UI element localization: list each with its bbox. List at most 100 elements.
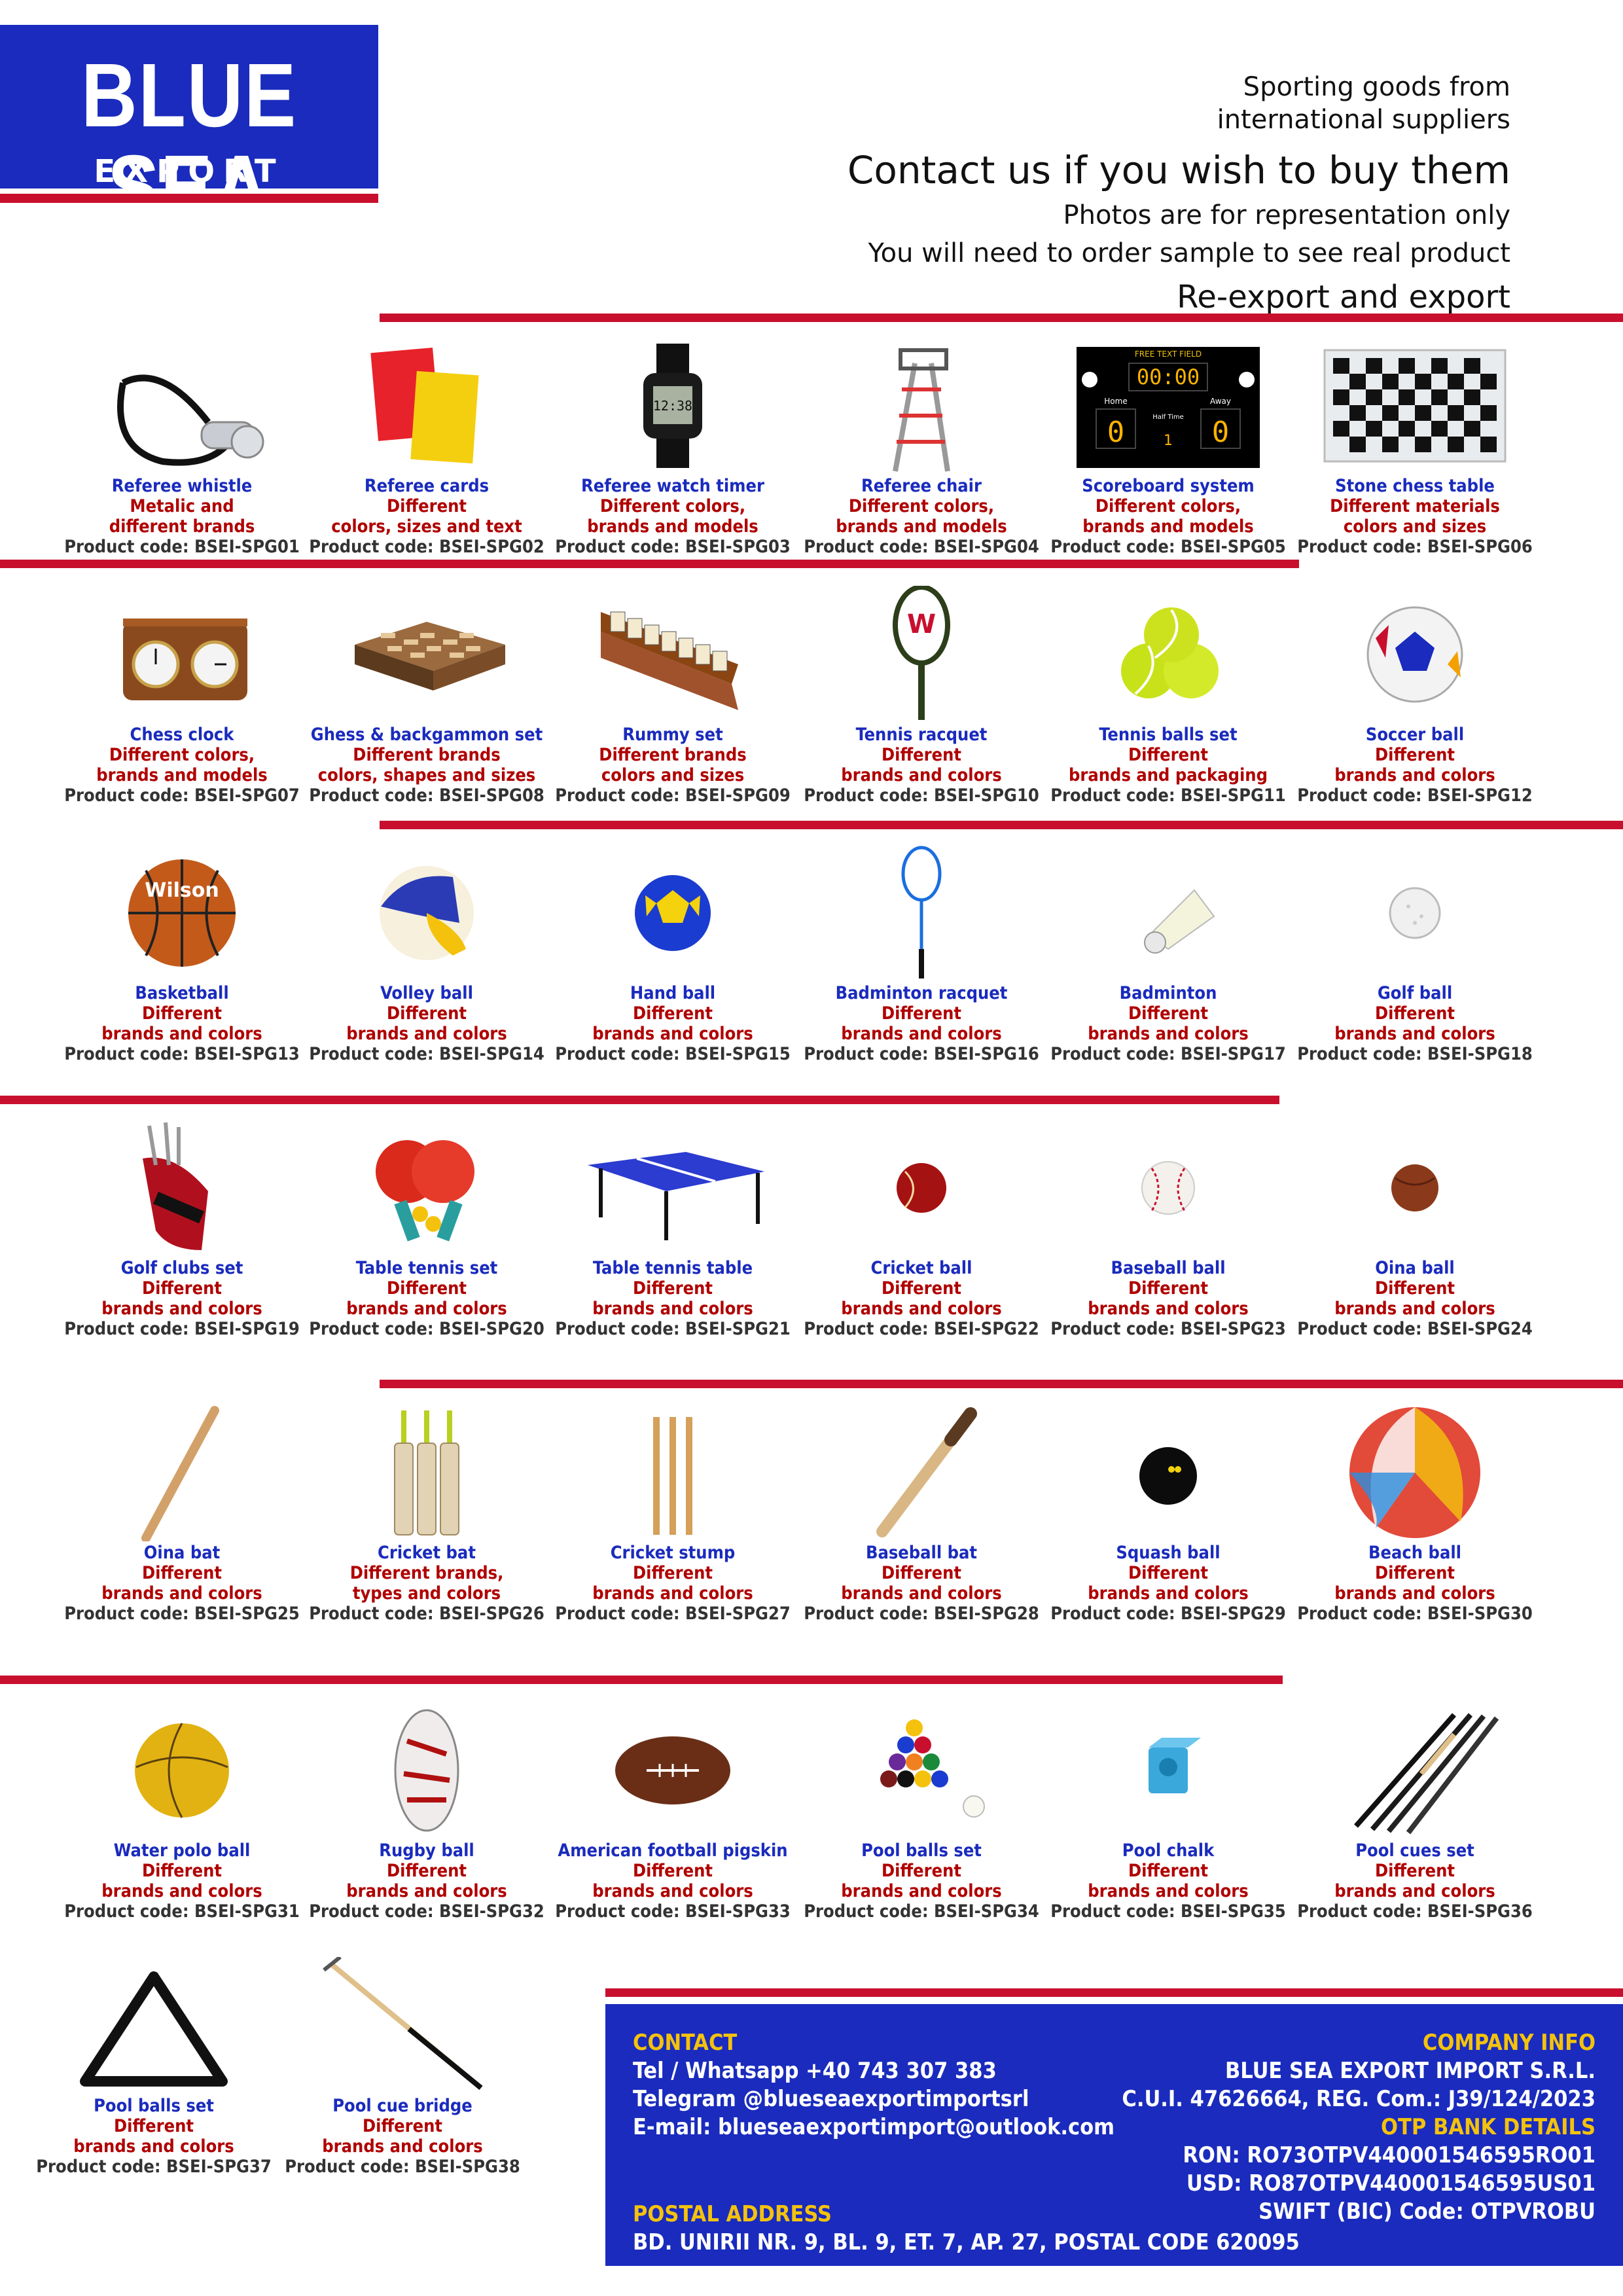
product-description-line: brands and colors bbox=[1334, 765, 1495, 785]
tagline-line-1: Sporting goods from bbox=[1243, 72, 1510, 102]
divider-line bbox=[0, 560, 1299, 568]
tennis-racquet-icon: W bbox=[823, 586, 1020, 723]
cue-bridge-icon bbox=[304, 1957, 501, 2094]
product-details: Pool balls set Different brands and colo… bbox=[777, 1840, 1065, 1922]
product-name: Badminton racquet bbox=[835, 983, 1008, 1003]
tennis-balls-icon bbox=[1070, 586, 1266, 723]
product-description-line: Different bbox=[1128, 745, 1209, 765]
product-name: Table tennis table bbox=[592, 1258, 753, 1278]
product-description-line: Different bbox=[386, 1278, 467, 1299]
oina-bat-icon bbox=[84, 1404, 280, 1541]
contact-heading: CONTACT bbox=[633, 2030, 738, 2056]
product-code: Product code: BSEI-SPG21 bbox=[555, 1319, 791, 1339]
product-description-line: Different bbox=[1374, 745, 1455, 765]
product-code: Product code: BSEI-SPG34 bbox=[804, 1901, 1039, 1922]
product-details: Beach ball Different brands and colors P… bbox=[1271, 1543, 1559, 1624]
product-details: Golf ball Different brands and colors Pr… bbox=[1271, 983, 1559, 1064]
product-name: Pool cues set bbox=[1355, 1840, 1474, 1861]
product-description-line: Different bbox=[1374, 1861, 1455, 1881]
product-details: Cricket ball Different brands and colors… bbox=[777, 1258, 1065, 1339]
product-description-line: brands and colors bbox=[592, 1583, 753, 1604]
product-description-line: Different bbox=[1128, 1563, 1209, 1583]
product-code: Product code: BSEI-SPG29 bbox=[1050, 1604, 1286, 1624]
shuttlecock-icon bbox=[1070, 844, 1266, 982]
divider-line bbox=[380, 1380, 1623, 1388]
product-code: Product code: BSEI-SPG27 bbox=[555, 1604, 791, 1624]
product-name: Badminton bbox=[1119, 983, 1217, 1003]
product-description-line: Different brands bbox=[353, 745, 501, 765]
svg-text:00:00: 00:00 bbox=[1137, 365, 1200, 389]
product-description-line: Different bbox=[386, 496, 467, 516]
product-description-line: Different colors, bbox=[599, 496, 746, 516]
product-description-line: Different bbox=[632, 1861, 713, 1881]
product-description-line: Different bbox=[113, 2116, 194, 2136]
product-code: Product code: BSEI-SPG15 bbox=[555, 1044, 791, 1064]
product-details: Table tennis set Different brands and co… bbox=[283, 1258, 571, 1339]
product-details: Tennis balls set Different brands and pa… bbox=[1024, 725, 1312, 806]
product-name: Tennis balls set bbox=[1099, 725, 1238, 745]
beach-ball-icon bbox=[1317, 1404, 1513, 1541]
svg-text:FREE TEXT FIELD: FREE TEXT FIELD bbox=[1135, 350, 1202, 359]
product-description-line: brands and colors bbox=[346, 1881, 507, 1901]
product-description-line: brands and colors bbox=[346, 1024, 507, 1044]
contact-section: CONTACT Tel / Whatsapp +40 743 307 383 T… bbox=[633, 2029, 1115, 2142]
company-registration: C.U.I. 47626664, REG. Com.: J39/124/2023 bbox=[1122, 2086, 1596, 2112]
cricket-bat-icon bbox=[329, 1404, 525, 1541]
product-description-line: brands and models bbox=[836, 516, 1007, 537]
product-name: Baseball ball bbox=[1111, 1258, 1226, 1278]
chess-clock-icon bbox=[84, 586, 280, 723]
divider-line bbox=[380, 821, 1623, 829]
product-description-line: Different bbox=[632, 1278, 713, 1299]
product-description-line: brands and colors bbox=[841, 1024, 1002, 1044]
rummy-icon bbox=[575, 586, 771, 723]
contact-headline: Contact us if you wish to buy them bbox=[847, 148, 1510, 192]
product-details: Pool cue bridge Different brands and col… bbox=[259, 2096, 546, 2177]
product-code: Product code: BSEI-SPG04 bbox=[804, 537, 1039, 557]
svg-text:0: 0 bbox=[1107, 416, 1125, 449]
product-code: Product code: BSEI-SPG02 bbox=[309, 537, 544, 557]
product-code: Product code: BSEI-SPG14 bbox=[309, 1044, 544, 1064]
product-name: Table tennis set bbox=[355, 1258, 498, 1278]
svg-text:W: W bbox=[907, 609, 936, 639]
product-details: Squash ball Different brands and colors … bbox=[1024, 1543, 1312, 1624]
product-description-line: brands and colors bbox=[592, 1299, 753, 1319]
product-name: Rugby ball bbox=[379, 1840, 474, 1861]
product-description-line: brands and colors bbox=[1334, 1583, 1495, 1604]
product-code: Product code: BSEI-SPG28 bbox=[804, 1604, 1039, 1624]
pool-cues-icon bbox=[1317, 1702, 1513, 1839]
product-description-line: Different bbox=[881, 1861, 962, 1881]
product-description-line: brands and models bbox=[587, 516, 758, 537]
product-code: Product code: BSEI-SPG08 bbox=[309, 785, 544, 806]
baseball-icon bbox=[1070, 1119, 1266, 1257]
product-name: Cricket bat bbox=[378, 1543, 476, 1563]
email-address[interactable]: E-mail: blueseaexportimport@outlook.com bbox=[633, 2113, 1115, 2142]
product-name: Referee cards bbox=[364, 476, 490, 496]
product-name: Ghess & backgammon set bbox=[310, 725, 543, 745]
ping-pong-table-icon bbox=[575, 1119, 771, 1257]
product-details: Referee cards Different colors, sizes an… bbox=[283, 476, 571, 557]
product-description-line: Different bbox=[881, 745, 962, 765]
product-details: Pool cues set Different brands and color… bbox=[1271, 1840, 1559, 1922]
pool-rack-icon bbox=[56, 1957, 252, 2094]
referee-chair-icon bbox=[823, 337, 1020, 475]
product-name: Cricket stump bbox=[610, 1543, 736, 1563]
rugby-ball-icon bbox=[329, 1702, 525, 1839]
product-details: Rugby ball Different brands and colors P… bbox=[283, 1840, 571, 1922]
photo-note: Photos are for representation only bbox=[1063, 200, 1510, 230]
product-name: Scoreboard system bbox=[1082, 476, 1255, 496]
product-description-line: brands and colors bbox=[841, 1583, 1002, 1604]
telegram-handle[interactable]: Telegram @blueseaexportimportsrl bbox=[633, 2085, 1115, 2113]
product-name: Cricket ball bbox=[870, 1258, 972, 1278]
svg-text:Half Time: Half Time bbox=[1152, 414, 1184, 421]
product-name: Soccer ball bbox=[1365, 725, 1465, 745]
product-code: Product code: BSEI-SPG33 bbox=[555, 1901, 791, 1922]
product-code: Product code: BSEI-SPG06 bbox=[1297, 537, 1533, 557]
logo-subtitle: EXPORT IMPORT bbox=[94, 153, 285, 226]
product-name: Golf ball bbox=[1377, 983, 1453, 1003]
company-heading: COMPANY INFO bbox=[1422, 2030, 1596, 2056]
product-description-line: Different colors, bbox=[848, 496, 995, 516]
product-description-line: brands and colors bbox=[841, 1299, 1002, 1319]
phone-number[interactable]: Tel / Whatsapp +40 743 307 383 bbox=[633, 2057, 1115, 2085]
golf-ball-icon bbox=[1317, 844, 1513, 982]
product-description-line: Different bbox=[881, 1003, 962, 1024]
